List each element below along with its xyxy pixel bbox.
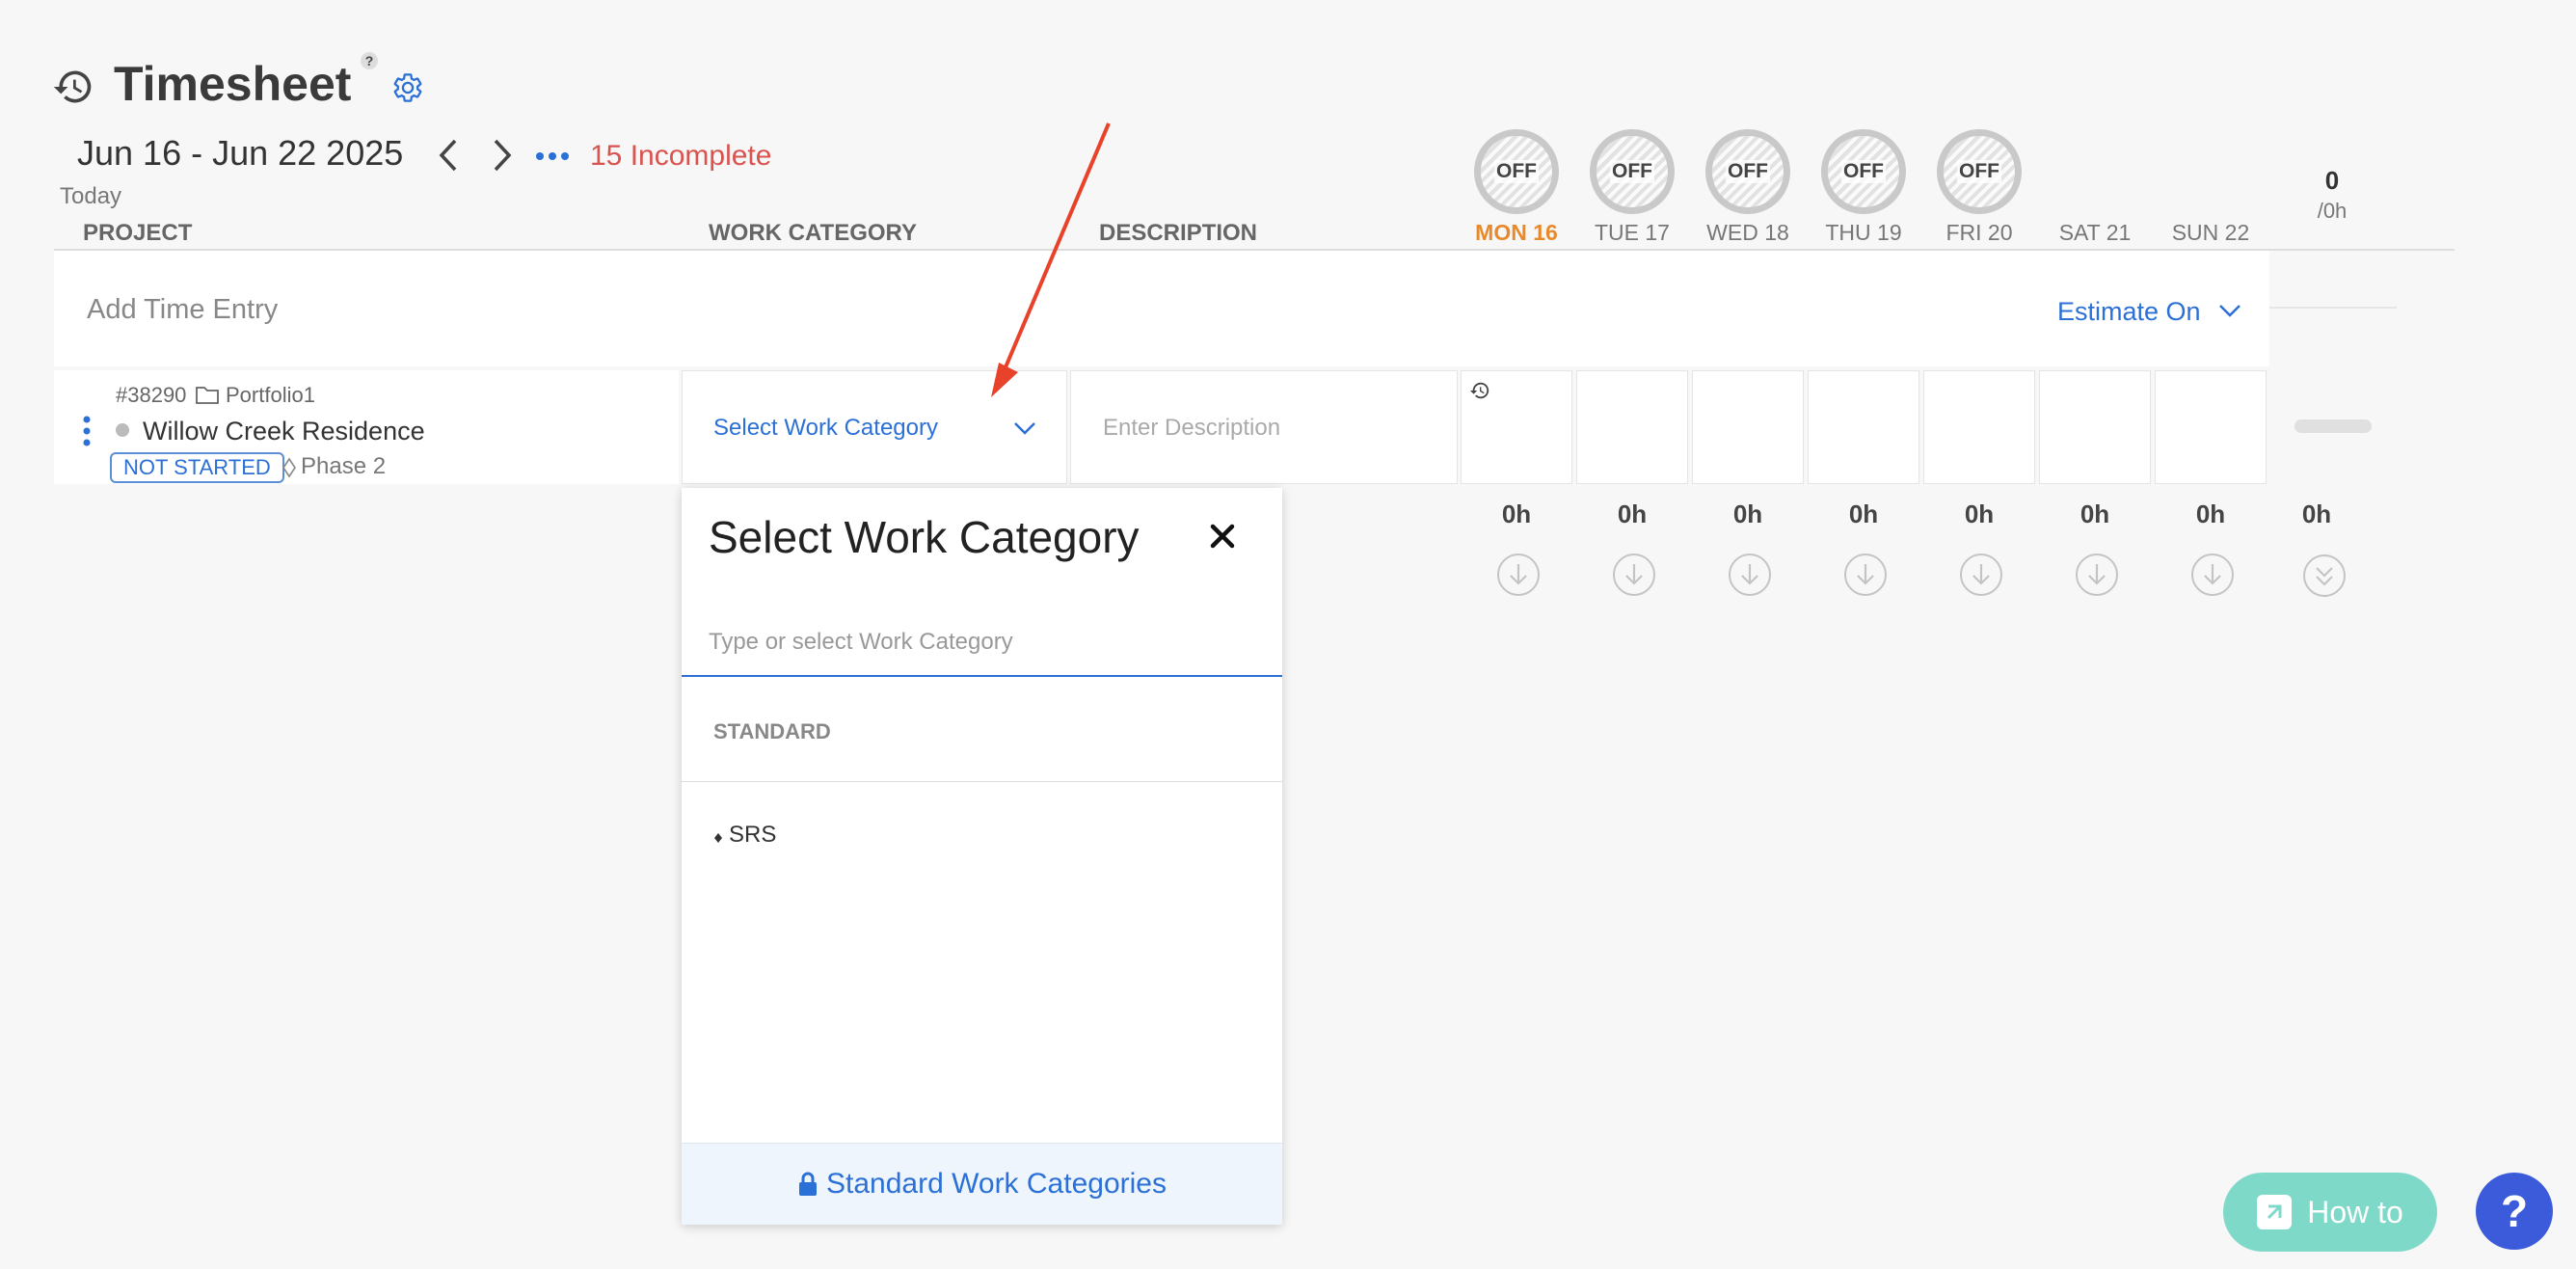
total-hours-capacity: /0h <box>2317 199 2348 223</box>
day-header-mon: MON 16 <box>1475 220 1558 245</box>
today-link[interactable]: Today <box>60 183 121 210</box>
day-header-wed: WED 18 <box>1706 220 1789 245</box>
row-total-placeholder <box>2294 419 2372 433</box>
day-hours-cell[interactable] <box>1808 370 1919 484</box>
day-off-indicator: OFF <box>1705 129 1790 214</box>
history-icon[interactable] <box>1469 380 1490 401</box>
copy-down-icon[interactable] <box>1496 553 1541 597</box>
column-work-category: WORK CATEGORY <box>709 220 917 246</box>
day-off-indicator: OFF <box>1937 129 2022 214</box>
how-to-label[interactable]: How to <box>2307 1195 2403 1230</box>
divider <box>2269 307 2397 309</box>
day-hours-cell[interactable] <box>2039 370 2151 484</box>
day-header-sun: SUN 22 <box>2171 220 2250 245</box>
day-hours-cell[interactable] <box>1923 370 2035 484</box>
copy-all-down-icon[interactable] <box>2302 554 2347 598</box>
add-time-entry-label[interactable]: Add Time Entry <box>87 294 278 326</box>
day-hours-cell[interactable] <box>2155 370 2267 484</box>
footer-label[interactable]: Standard Work Categories <box>826 1168 1167 1201</box>
copy-down-icon[interactable] <box>1843 553 1888 597</box>
day-total-hours: 0h <box>1617 500 1648 528</box>
title-help-icon[interactable]: ? <box>361 52 378 69</box>
standard-work-categories-link[interactable]: Standard Work Categories <box>682 1143 1282 1225</box>
date-range: Jun 16 - Jun 22 2025 <box>77 133 404 173</box>
day-total-hours: 0h <box>1501 500 1532 528</box>
page-title: Timesheet <box>114 57 352 111</box>
copy-down-icon[interactable] <box>2190 553 2235 597</box>
day-total-hours: 0h <box>1848 500 1879 528</box>
total-hours-value: 0 <box>2324 166 2340 195</box>
work-category-search-input[interactable] <box>682 609 1282 677</box>
how-to-button[interactable]: How to <box>2223 1173 2437 1252</box>
phase-label: Phase 2 <box>301 453 387 479</box>
help-button[interactable]: ? <box>2476 1173 2553 1250</box>
project-name[interactable]: Willow Creek Residence <box>143 417 425 446</box>
lock-icon <box>799 1172 818 1196</box>
history-icon <box>53 70 92 103</box>
chevron-right-icon[interactable] <box>490 137 515 174</box>
chevron-down-icon[interactable] <box>2217 301 2242 320</box>
day-header-fri: FRI 20 <box>1945 220 2013 245</box>
folder-icon <box>196 387 219 404</box>
day-total-hours: 0h <box>2195 500 2226 528</box>
add-time-entry-bar[interactable] <box>54 251 2269 366</box>
day-total-hours: 0h <box>1732 500 1763 528</box>
divider <box>682 781 1282 782</box>
status-badge: NOT STARTED <box>110 452 284 483</box>
day-hours-cell[interactable] <box>1576 370 1688 484</box>
how-to-icon <box>2257 1195 2293 1229</box>
dropdown-title: Select Work Category <box>709 512 1140 562</box>
day-total-hours: 0h <box>1964 500 1995 528</box>
annotation-arrow <box>991 122 1111 397</box>
copy-down-icon[interactable] <box>2075 553 2119 597</box>
day-off-indicator: OFF <box>1821 129 1906 214</box>
day-hours-cell[interactable] <box>1692 370 1804 484</box>
day-header-sat: SAT 21 <box>2058 220 2132 245</box>
phase-diamond-icon <box>282 457 296 478</box>
copy-down-icon[interactable] <box>1959 553 2003 597</box>
description-placeholder[interactable]: Enter Description <box>1103 415 1280 442</box>
incomplete-count[interactable]: 15 Incomplete <box>590 140 771 173</box>
dropdown-option[interactable]: SRS <box>729 822 776 849</box>
week-total-hours: 0h <box>2301 500 2332 528</box>
more-options-icon[interactable] <box>535 147 570 166</box>
close-icon[interactable] <box>1209 523 1236 550</box>
diamond-icon <box>714 833 722 843</box>
day-header-thu: THU 19 <box>1825 220 1902 245</box>
project-status-dot <box>116 423 129 437</box>
settings-gear-icon[interactable] <box>391 71 424 104</box>
day-off-indicator: OFF <box>1474 129 1559 214</box>
work-category-value[interactable]: Select Work Category <box>713 415 938 442</box>
copy-down-icon[interactable] <box>1728 553 1772 597</box>
chevron-down-icon[interactable] <box>1012 418 1037 438</box>
day-total-hours: 0h <box>2080 500 2110 528</box>
project-number: #38290 <box>116 383 187 407</box>
work-category-dropdown <box>682 488 1282 1225</box>
portfolio-name: Portfolio1 <box>226 383 315 407</box>
dropdown-section-label: STANDARD <box>713 719 831 743</box>
column-project: PROJECT <box>83 220 193 246</box>
day-off-indicator: OFF <box>1590 129 1675 214</box>
day-header-tue: TUE 17 <box>1595 220 1670 245</box>
chevron-left-icon[interactable] <box>436 137 461 174</box>
estimate-toggle[interactable]: Estimate On <box>2057 297 2201 327</box>
copy-down-icon[interactable] <box>1612 553 1656 597</box>
row-menu-icon[interactable] <box>81 415 93 447</box>
